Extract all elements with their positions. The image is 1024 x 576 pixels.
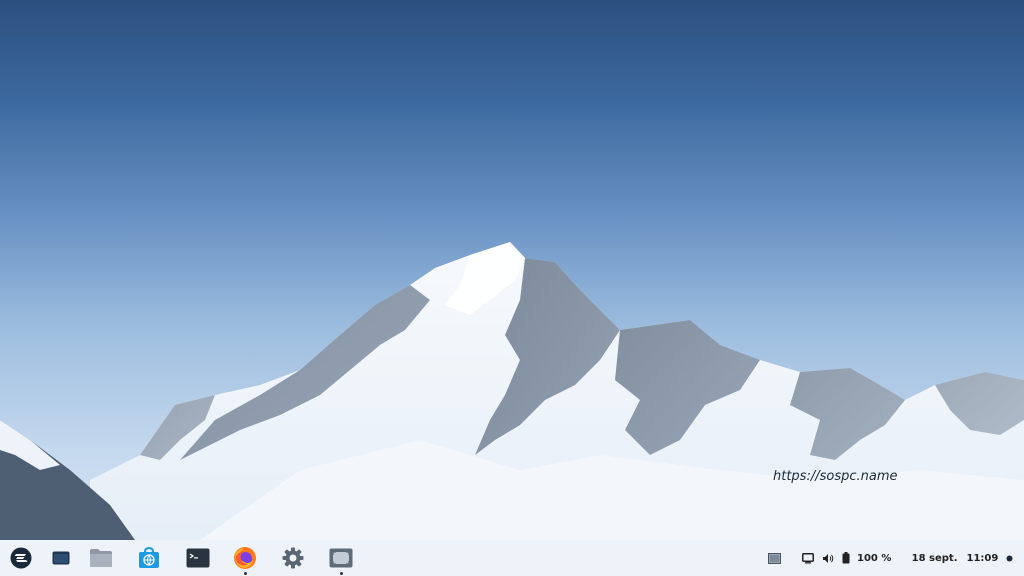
mountain-wallpaper: [0, 242, 1024, 540]
battery-indicator[interactable]: 100 %: [842, 540, 894, 576]
files-app-button[interactable]: [86, 540, 116, 576]
workspace-icon: [767, 552, 781, 564]
notification-button[interactable]: [1002, 540, 1016, 576]
notification-dot-icon: [1006, 555, 1012, 561]
software-store-icon: [139, 547, 159, 568]
workspace-switcher[interactable]: [764, 540, 784, 576]
firefox-icon: [234, 547, 256, 569]
start-menu-button[interactable]: [6, 540, 36, 576]
settings-button[interactable]: [278, 540, 308, 576]
screenshot-button[interactable]: [326, 540, 356, 576]
settings-gear-icon: [282, 547, 304, 569]
firefox-running-indicator: [243, 572, 247, 575]
software-store-button[interactable]: [134, 540, 164, 576]
taskbar: 100 % 18 sept. 11:09: [0, 540, 1024, 576]
watermark-text: https://sospc.name: [773, 469, 898, 484]
time-label: 11:09: [966, 552, 999, 564]
show-desktop-icon: [52, 551, 70, 565]
battery-percent: 100 %: [857, 552, 892, 564]
date-label: 18 sept.: [911, 552, 958, 564]
zorin-logo-icon: [10, 547, 32, 569]
display-indicator[interactable]: [800, 540, 816, 576]
terminal-icon: [186, 548, 210, 568]
firefox-button[interactable]: [230, 540, 260, 576]
volume-indicator[interactable]: [820, 540, 836, 576]
show-desktop-button[interactable]: [46, 540, 76, 576]
volume-icon: [823, 553, 834, 563]
clock[interactable]: 18 sept. 11:09: [911, 540, 999, 576]
screenshot-icon: [329, 548, 353, 568]
screenshot-running-indicator: [339, 572, 343, 575]
display-icon: [802, 552, 814, 563]
terminal-button[interactable]: [183, 540, 213, 576]
files-icon: [90, 549, 112, 567]
battery-icon: [842, 552, 850, 564]
desktop: https://sospc.name 100 % 18 sept. 11:09: [0, 0, 1024, 576]
